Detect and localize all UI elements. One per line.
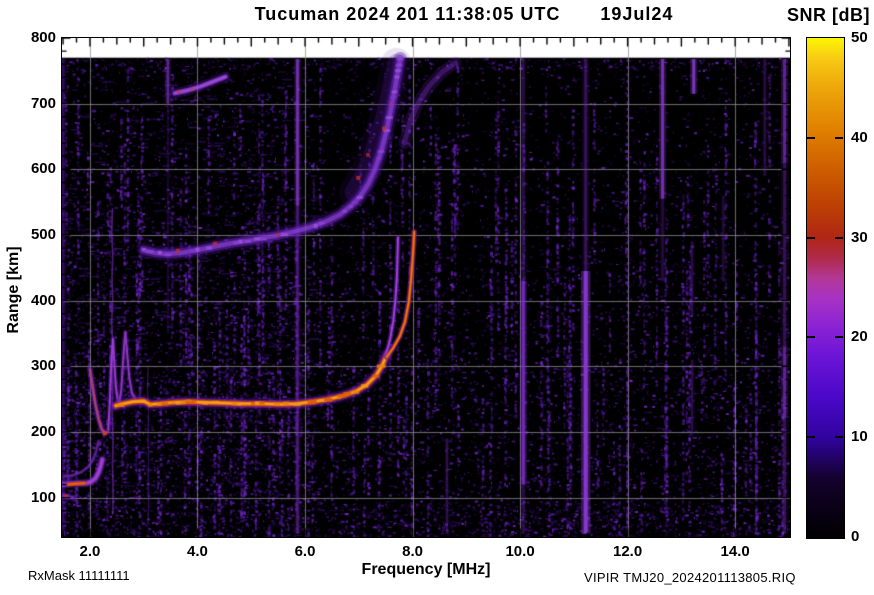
ionogram-app: Tucuman 2024 201 11:38:05 UTC 19Jul24 SNR…: [0, 0, 874, 595]
colorbar-minor-tick: [835, 436, 843, 438]
snr-colorbar: [806, 37, 845, 539]
ionogram-heatmap-canvas: [62, 38, 790, 537]
colorbar-minor-tick: [835, 336, 843, 338]
date-label: 19Jul24: [600, 4, 673, 24]
colorbar-tick-label: 20: [851, 328, 874, 346]
x-tick-label: 10.0: [490, 543, 550, 561]
colorbar-tick-label: 30: [851, 229, 874, 247]
x-tick-label: 14.0: [705, 543, 765, 561]
rxmask-label: RxMask 11111111: [28, 568, 130, 583]
y-tick-label: 100: [0, 489, 56, 507]
colorbar-minor-tick: [807, 336, 815, 338]
plot-frame: [61, 37, 791, 538]
colorbar-tick-label: 0: [851, 528, 874, 546]
colorbar-minor-tick: [835, 137, 843, 139]
colorbar-tick-label: 10: [851, 428, 874, 446]
colorbar-minor-tick: [807, 237, 815, 239]
colorbar-minor-tick: [835, 237, 843, 239]
y-tick-label: 300: [0, 357, 56, 375]
colorbar-tick-label: 50: [851, 29, 874, 47]
y-axis-label: Range [km]: [5, 235, 23, 345]
colorbar-minor-tick: [807, 137, 815, 139]
x-tick-label: 2.0: [60, 543, 120, 561]
page-title: Tucuman 2024 201 11:38:05 UTC: [255, 4, 561, 24]
x-tick-label: 8.0: [383, 543, 443, 561]
colorbar-minor-tick: [807, 436, 815, 438]
x-tick-label: 6.0: [275, 543, 335, 561]
y-tick-label: 700: [0, 95, 56, 113]
colorbar-tick-label: 40: [851, 129, 874, 147]
file-id-label: VIPIR TMJ20_2024201113805.RIQ: [584, 570, 796, 585]
y-tick-label: 200: [0, 423, 56, 441]
x-tick-label: 4.0: [167, 543, 227, 561]
y-tick-label: 800: [0, 29, 56, 47]
y-tick-label: 600: [0, 160, 56, 178]
x-tick-label: 12.0: [598, 543, 658, 561]
colorbar-title: SNR [dB]: [787, 5, 870, 26]
page-title-row: Tucuman 2024 201 11:38:05 UTC 19Jul24: [100, 4, 828, 25]
colorbar-gradient: [807, 38, 844, 538]
